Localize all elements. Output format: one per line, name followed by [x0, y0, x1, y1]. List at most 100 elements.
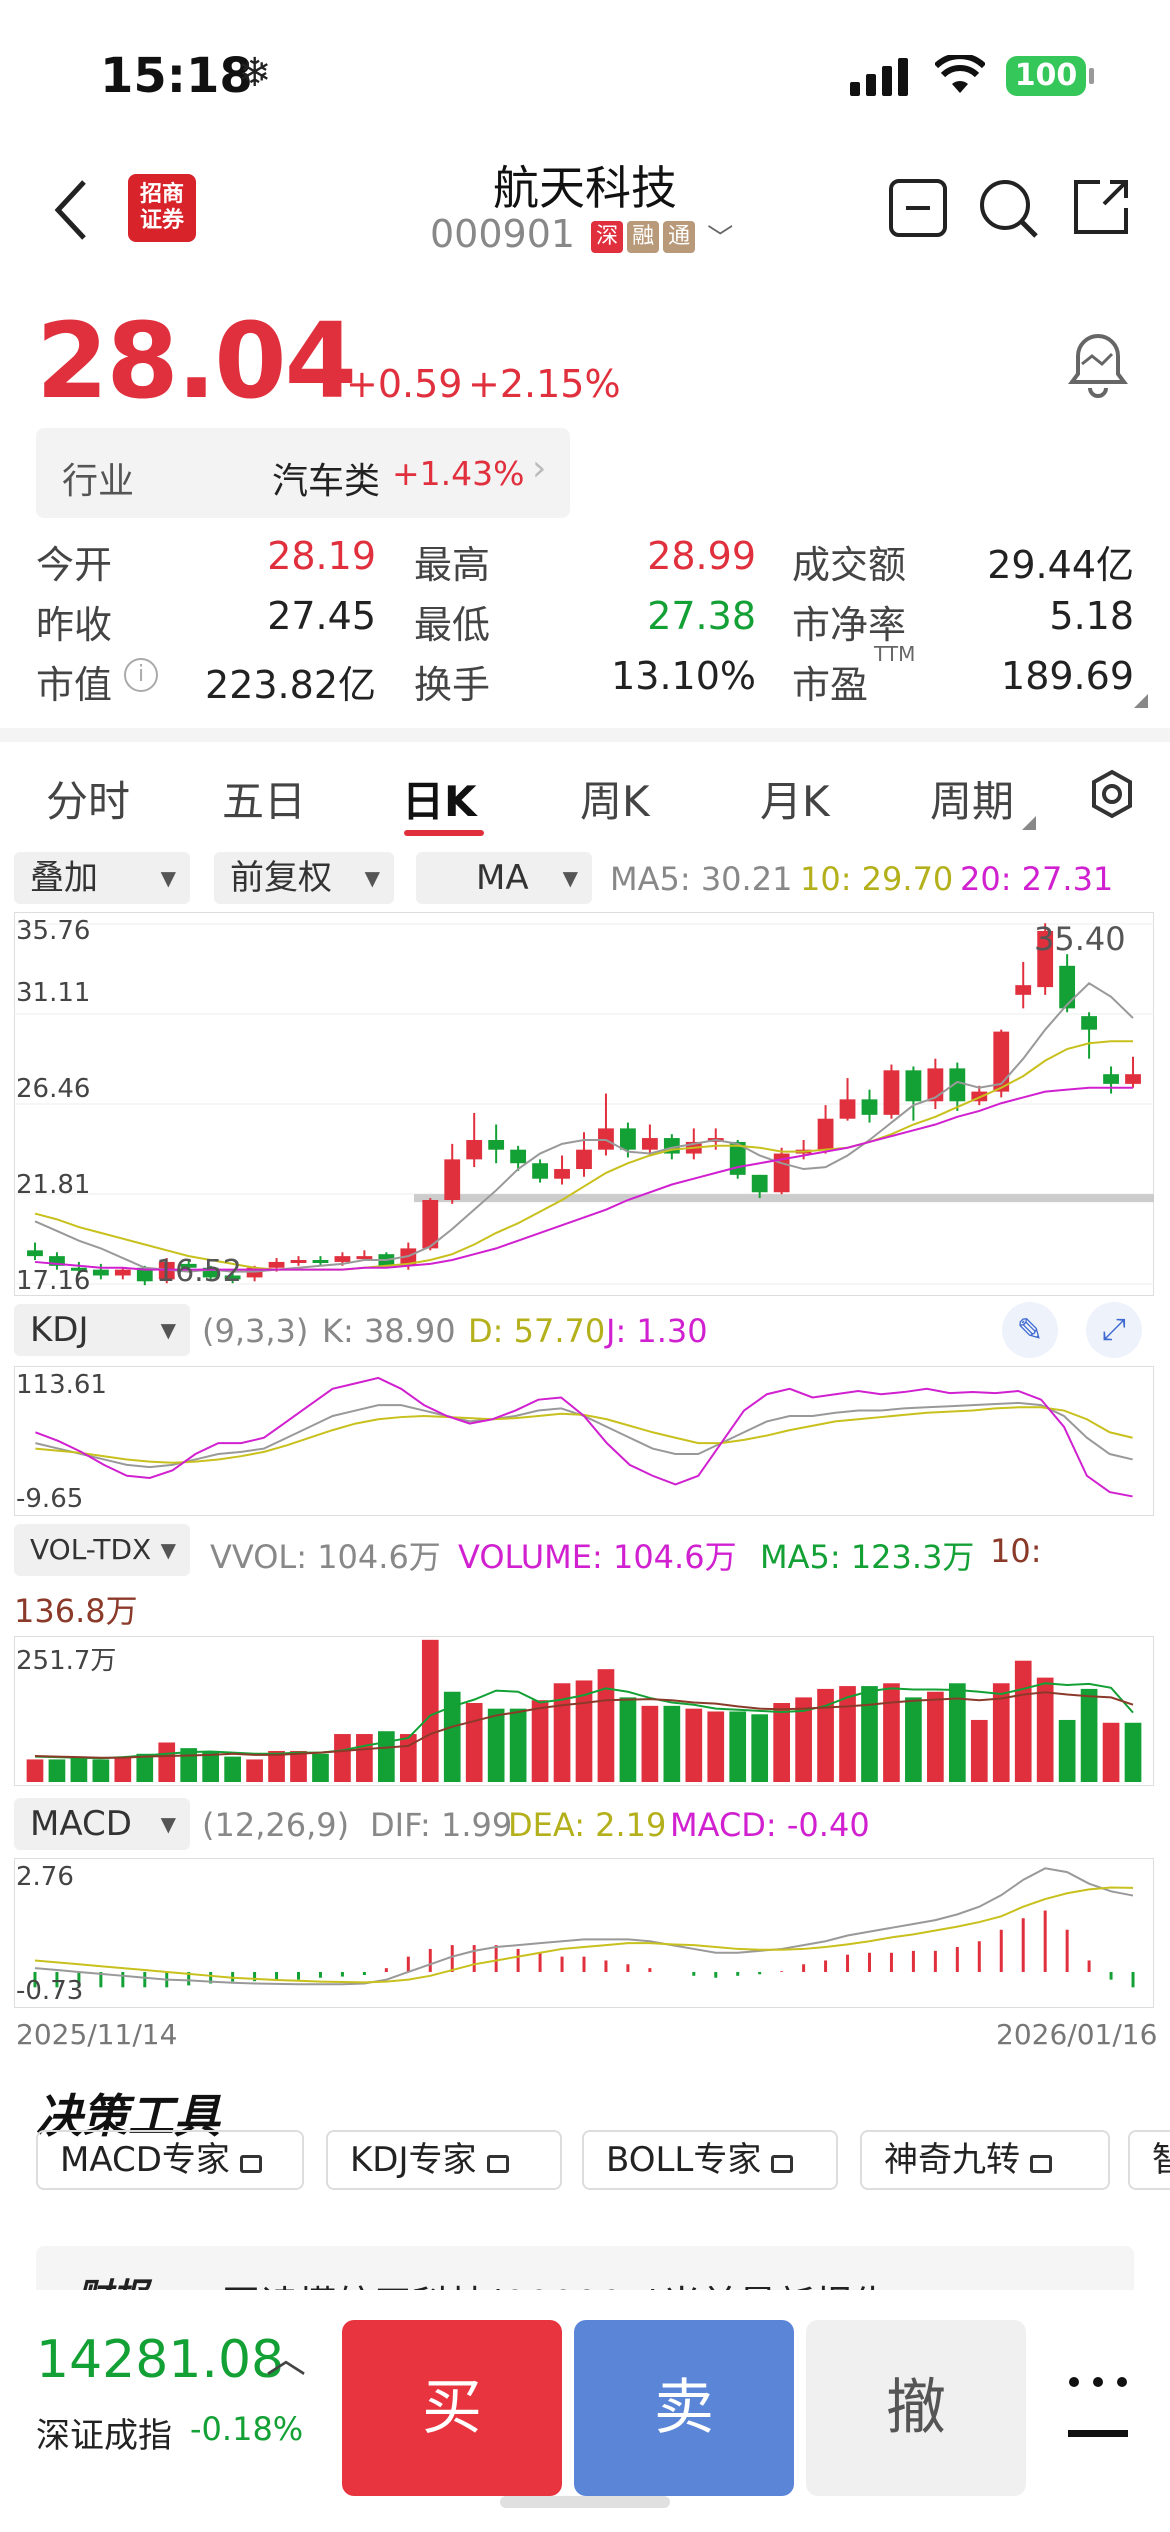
active-tab-underline: [404, 830, 484, 836]
tool-magic-nine[interactable]: 神奇九转: [860, 2130, 1110, 2190]
support-band: [414, 1194, 1154, 1203]
quote-value: 29.44亿: [987, 543, 1134, 587]
quote-label: 市净率: [792, 603, 907, 647]
info-icon[interactable]: i: [124, 658, 158, 692]
edit-pencil-icon[interactable]: ✎: [1002, 1302, 1058, 1358]
volume-bar: [685, 1708, 703, 1782]
vol-dropdown[interactable]: VOL-TDX ▼: [14, 1524, 190, 1576]
candle-body: [554, 1169, 570, 1179]
search-icon[interactable]: [978, 178, 1040, 240]
tag-rong: 融: [627, 220, 660, 253]
volume-bar: [1102, 1722, 1120, 1782]
ma5-line: [34, 981, 1134, 1273]
macd-dropdown[interactable]: MACD ▼: [14, 1798, 190, 1850]
buy-button[interactable]: 买: [342, 2320, 562, 2496]
lock-icon: [486, 2155, 509, 2173]
volume-bar: [1014, 1660, 1032, 1782]
adjust-dropdown[interactable]: 前复权 ▼: [214, 852, 394, 904]
volume-bar: [1124, 1722, 1142, 1782]
tab-5[interactable]: 周期: [930, 768, 1014, 829]
candle-body: [817, 1118, 834, 1150]
expand-corner-icon[interactable]: [1134, 694, 1148, 708]
candle-body: [751, 1174, 768, 1193]
candle-body: [312, 1260, 329, 1263]
tag-tong: 通: [663, 220, 696, 253]
tool-boll-expert[interactable]: BOLL专家: [582, 2130, 838, 2190]
candle-body: [839, 1099, 856, 1119]
volume-bar: [356, 1734, 373, 1782]
caret-down-icon: ▼: [160, 866, 176, 890]
quote-value: 189.69: [1001, 654, 1134, 698]
quote-value: 5.18: [1049, 594, 1134, 638]
cancel-order-button[interactable]: 撤: [806, 2320, 1026, 2496]
ma20-line: [34, 1086, 1134, 1271]
macd-dif-label: DIF: 1.99: [370, 1806, 513, 1844]
status-bar: 15:18 ❄ 100: [0, 0, 1170, 140]
volume-bar: [619, 1697, 637, 1782]
candle-body: [444, 1159, 461, 1200]
tab-0[interactable]: 分时: [46, 768, 130, 829]
volume-bar: [378, 1731, 395, 1782]
date-end: 2026/01/16: [996, 2018, 1158, 2051]
volume-bar: [158, 1742, 176, 1782]
sell-button[interactable]: 卖: [574, 2320, 794, 2496]
quote-label: 成交额: [792, 543, 907, 587]
tool-magic-nine-label: 神奇九转: [884, 2140, 1020, 2180]
volume-chart[interactable]: [14, 1636, 1154, 1786]
kdj-params: (9,3,3): [202, 1312, 309, 1350]
stock-code-row[interactable]: 000901 深融通 ﹀: [430, 212, 733, 256]
candle-body: [1125, 1074, 1141, 1084]
kline-chart[interactable]: [14, 912, 1154, 1296]
industry-row[interactable]: 行业 汽车类 +1.43% ›: [36, 428, 570, 518]
indicator-dropdown[interactable]: MA ▼: [416, 852, 592, 904]
kdj-chart[interactable]: [14, 1366, 1154, 1516]
kdj-d-label: D: 57.70: [468, 1312, 606, 1350]
indicator-dropdown-label: MA: [476, 858, 529, 898]
tool-kdj-expert-label: KDJ专家: [350, 2140, 477, 2180]
kdj-dropdown[interactable]: KDJ ▼: [14, 1304, 190, 1356]
tool-macd-expert[interactable]: MACD专家: [36, 2130, 304, 2190]
macd-dea-label: DEA: 2.19: [508, 1806, 667, 1844]
share-icon[interactable]: [1070, 176, 1132, 238]
vvol-label: VVOL: 104.6万: [210, 1538, 441, 1576]
macd-macd-label: MACD: -0.40: [670, 1806, 870, 1844]
caret-down-icon: ▼: [160, 1538, 176, 1562]
ttm-superscript: TTM: [874, 642, 916, 666]
candle-body: [334, 1256, 351, 1262]
signal-icon: [850, 58, 908, 96]
macd-chart[interactable]: [14, 1858, 1154, 2008]
tool-smart[interactable]: 智: [1128, 2130, 1170, 2190]
lock-icon: [1030, 2155, 1052, 2173]
volume-bar: [751, 1714, 769, 1782]
tab-3[interactable]: 周K: [580, 768, 650, 829]
caret-down-icon: ▼: [160, 1318, 176, 1342]
quote-value: 28.99: [647, 534, 756, 578]
chevron-up-icon[interactable]: ︿: [266, 2326, 306, 2384]
tab-2[interactable]: 日K: [402, 768, 477, 829]
vol-dropdown-label: VOL-TDX: [30, 1533, 152, 1566]
quote-label: 最高: [414, 543, 491, 587]
caret-down-icon: ▼: [364, 866, 380, 890]
more-menu-icon[interactable]: [1066, 2374, 1130, 2454]
tool-kdj-expert[interactable]: KDJ专家: [326, 2130, 562, 2190]
expand-icon[interactable]: ⤢: [1086, 1302, 1142, 1358]
index-value[interactable]: 14281.08: [36, 2330, 284, 2390]
price-change: +0.59: [346, 362, 463, 406]
macd-params: (12,26,9): [202, 1806, 350, 1844]
minus-box-icon[interactable]: [888, 178, 948, 238]
date-start: 2025/11/14: [16, 2018, 178, 2051]
quote-label: 换手: [414, 663, 491, 707]
ma10-label: 10: 29.70: [800, 860, 954, 898]
kline-high-label: 35.40: [1034, 920, 1126, 958]
chevron-right-icon: ›: [532, 448, 547, 489]
candle-body: [510, 1149, 527, 1164]
tab-4[interactable]: 月K: [760, 768, 830, 829]
volume-bar: [707, 1711, 725, 1782]
price-alert-bell-icon[interactable]: [1066, 326, 1130, 398]
kline-ytick-4: 17.16: [16, 1266, 91, 1296]
kline-ytick-0: 35.76: [16, 916, 91, 946]
overlay-dropdown[interactable]: 叠加 ▼: [14, 852, 190, 904]
settings-gear-icon[interactable]: [1088, 768, 1136, 820]
tab-1[interactable]: 五日: [222, 768, 306, 829]
tab-more-triangle-icon: [1022, 816, 1036, 830]
